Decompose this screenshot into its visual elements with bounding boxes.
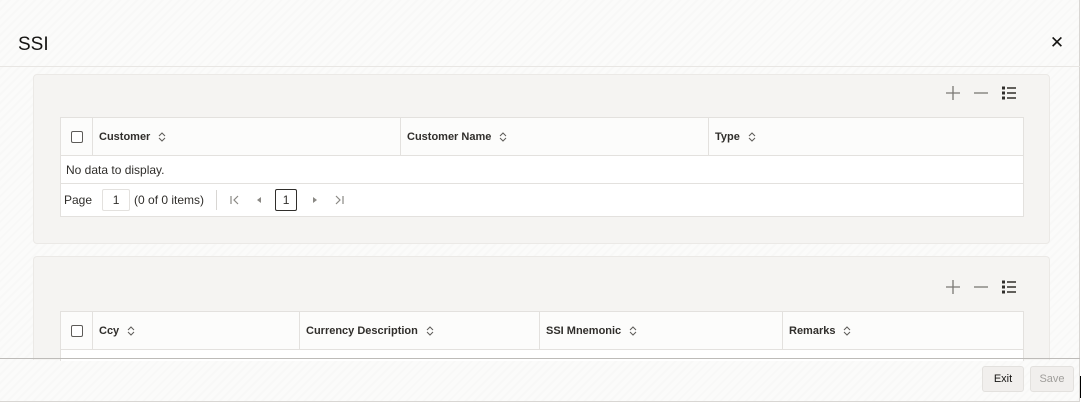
list-icon[interactable] [999, 277, 1019, 297]
select-all-checkbox[interactable] [70, 324, 83, 337]
footer-divider [0, 358, 1080, 359]
column-label: Customer [99, 130, 151, 143]
page-label: Page [64, 193, 93, 207]
column-header-customer-name[interactable]: Customer Name [401, 118, 709, 155]
empty-message: No data to display. [61, 156, 1023, 184]
table-header-row: Customer Customer Name Type [61, 118, 1023, 156]
item-count: (0 of 0 items) [134, 193, 205, 207]
pager-divider [216, 190, 218, 210]
column-header-ssi-mnemonic[interactable]: SSI Mnemonic [540, 312, 783, 349]
dialog-title: SSI [18, 34, 49, 55]
sort-icon[interactable] [158, 131, 166, 142]
select-all-checkbox[interactable] [70, 130, 83, 143]
save-button[interactable]: Save [1030, 366, 1074, 392]
customer-table: Customer Customer Name Type No data to d… [60, 117, 1024, 217]
minus-icon[interactable] [971, 83, 991, 103]
page-input[interactable]: 1 [102, 189, 131, 211]
first-page-icon[interactable] [227, 192, 243, 208]
last-page-icon[interactable] [331, 192, 347, 208]
ssi-table: Ccy Currency Description SSI Mnemonic Re… [60, 311, 1024, 361]
column-label: Remarks [789, 324, 836, 337]
prev-page-icon[interactable] [251, 192, 267, 208]
pagination: Page 1 (0 of 0 items) 1 [61, 184, 1023, 216]
sort-icon[interactable] [843, 325, 851, 336]
exit-button[interactable]: Exit [982, 366, 1024, 392]
list-icon[interactable] [999, 83, 1019, 103]
table-header-row: Ccy Currency Description SSI Mnemonic Re… [61, 312, 1023, 350]
column-header-remarks[interactable]: Remarks [783, 312, 1023, 349]
next-page-icon[interactable] [307, 192, 323, 208]
ssi-toolbar [943, 277, 1019, 297]
customer-panel: Customer Customer Name Type No data to d… [33, 74, 1050, 244]
text-cursor [1080, 376, 1081, 398]
customer-toolbar [943, 83, 1019, 103]
column-label: Customer Name [407, 130, 492, 143]
close-icon[interactable]: ✕ [1049, 34, 1065, 52]
column-label: Type [715, 130, 740, 143]
plus-icon[interactable] [943, 277, 963, 297]
sort-icon[interactable] [748, 131, 756, 142]
column-header-ccy[interactable]: Ccy [93, 312, 300, 349]
sort-icon[interactable] [499, 131, 507, 142]
ssi-panel: Ccy Currency Description SSI Mnemonic Re… [33, 256, 1050, 361]
column-header-customer[interactable]: Customer [93, 118, 401, 155]
column-header-currency-description[interactable]: Currency Description [300, 312, 540, 349]
ssi-dialog: SSI ✕ Customer Customer Name Type No dat… [0, 0, 1080, 402]
current-page-button[interactable]: 1 [275, 189, 298, 211]
column-header-type[interactable]: Type [709, 118, 1019, 155]
sort-icon[interactable] [629, 325, 637, 336]
column-label: Ccy [99, 324, 120, 337]
column-label: Currency Description [306, 324, 418, 337]
column-label: SSI Mnemonic [546, 324, 622, 337]
header-divider [0, 66, 1080, 67]
select-all-cell [61, 312, 93, 349]
plus-icon[interactable] [943, 83, 963, 103]
sort-icon[interactable] [127, 325, 135, 336]
select-all-cell [61, 118, 93, 155]
minus-icon[interactable] [971, 277, 991, 297]
sort-icon[interactable] [426, 325, 434, 336]
